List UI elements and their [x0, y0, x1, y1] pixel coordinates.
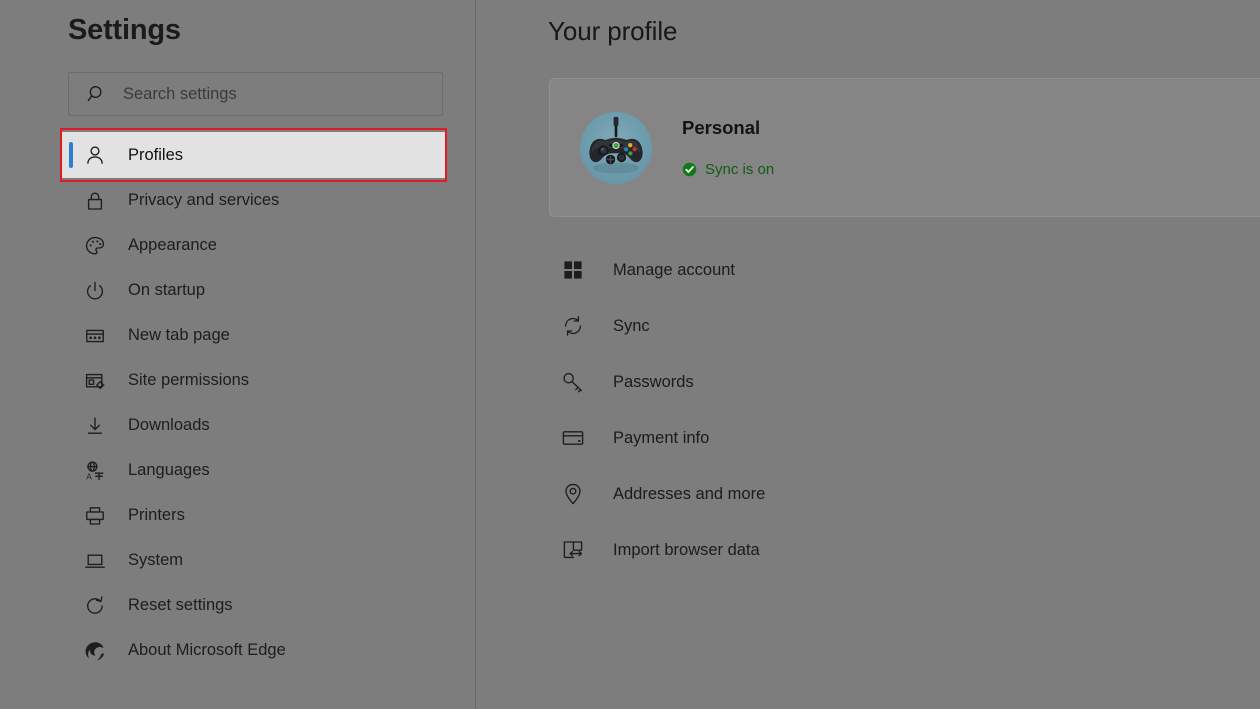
sidebar-item-label: Profiles	[128, 145, 184, 164]
new-tab-icon	[84, 325, 106, 347]
action-sync[interactable]: Sync	[561, 298, 1081, 354]
edge-logo-icon	[84, 640, 106, 662]
action-passwords[interactable]: Passwords	[561, 354, 1081, 410]
sidebar-item-label: New tab page	[128, 326, 230, 344]
import-icon	[561, 538, 585, 562]
sync-status-row: Sync is on	[682, 161, 774, 178]
action-import-browser-data[interactable]: Import browser data	[561, 522, 1081, 578]
settings-sidebar: Settings Profil	[0, 0, 476, 709]
sidebar-item-new-tab-page[interactable]: New tab page	[60, 313, 460, 358]
action-label: Addresses and more	[613, 484, 766, 503]
sidebar-item-label: Reset settings	[128, 596, 233, 614]
laptop-icon	[84, 550, 106, 572]
grid-icon	[561, 258, 585, 282]
sidebar-item-privacy-and-services[interactable]: Privacy and services	[60, 178, 460, 223]
profile-main-panel: Your profile Personal Sync is on Manage …	[476, 0, 1260, 709]
sidebar-item-about-microsoft-edge[interactable]: About Microsoft Edge	[60, 628, 460, 673]
action-manage-account[interactable]: Manage account	[561, 242, 1081, 298]
sidebar-item-languages[interactable]: A Languages	[60, 448, 460, 493]
annotation-rectangle	[60, 128, 447, 182]
search-settings-box[interactable]	[68, 72, 443, 116]
sync-status-label: Sync is on	[705, 161, 775, 178]
action-label: Payment info	[613, 428, 710, 447]
search-input[interactable]	[123, 73, 423, 115]
sync-icon	[561, 314, 585, 338]
profile-card[interactable]: Personal Sync is on	[549, 78, 1260, 217]
selection-accent-bar	[69, 142, 73, 168]
profile-text-block: Personal Sync is on	[682, 117, 774, 178]
sidebar-item-downloads[interactable]: Downloads	[60, 403, 460, 448]
search-icon	[87, 84, 107, 104]
key-icon	[561, 370, 585, 394]
sidebar-item-printers[interactable]: Printers	[60, 493, 460, 538]
profile-actions-list: Manage account Sync Passwords Payment in…	[561, 242, 1081, 578]
action-addresses-and-more[interactable]: Addresses and more	[561, 466, 1081, 522]
location-pin-icon	[561, 482, 585, 506]
printer-icon	[84, 505, 106, 527]
sidebar-item-label: Downloads	[128, 416, 210, 434]
settings-nav-list: Profiles Privacy and services Appearance…	[60, 128, 460, 673]
sidebar-item-label: Appearance	[128, 236, 217, 254]
sidebar-item-on-startup[interactable]: On startup	[60, 268, 460, 313]
sidebar-item-system[interactable]: System	[60, 538, 460, 583]
action-label: Manage account	[613, 260, 736, 279]
action-label: Sync	[613, 316, 650, 335]
game-controller-avatar	[580, 111, 652, 184]
sidebar-item-label: Languages	[128, 461, 210, 479]
power-icon	[84, 280, 106, 302]
sidebar-item-appearance[interactable]: Appearance	[60, 223, 460, 268]
palette-icon	[84, 235, 106, 257]
credit-card-icon	[561, 426, 585, 450]
globe-language-icon: A	[84, 460, 106, 482]
settings-page: Settings Profil	[0, 0, 1260, 709]
sidebar-item-label: On startup	[128, 281, 206, 299]
check-circle-icon	[682, 162, 697, 177]
sidebar-item-profiles[interactable]: Profiles	[60, 128, 447, 182]
sidebar-item-label: Site permissions	[128, 371, 250, 389]
sidebar-item-site-permissions[interactable]: Site permissions	[60, 358, 460, 403]
reset-icon	[84, 595, 106, 617]
sidebar-item-label: About Microsoft Edge	[128, 641, 286, 659]
person-icon	[84, 144, 106, 166]
svg-text:A: A	[86, 471, 92, 481]
download-icon	[84, 415, 106, 437]
lock-icon	[84, 190, 106, 212]
action-payment-info[interactable]: Payment info	[561, 410, 1081, 466]
sidebar-item-reset-settings[interactable]: Reset settings	[60, 583, 460, 628]
main-title: Your profile	[548, 16, 678, 46]
action-label: Import browser data	[613, 540, 760, 559]
action-label: Passwords	[613, 372, 694, 391]
sidebar-item-label: Printers	[128, 506, 185, 524]
page-title: Settings	[68, 14, 181, 46]
site-settings-icon	[84, 370, 106, 392]
profile-name: Personal	[682, 117, 761, 138]
sidebar-item-label: System	[128, 551, 184, 569]
sidebar-item-label: Privacy and services	[128, 191, 280, 209]
